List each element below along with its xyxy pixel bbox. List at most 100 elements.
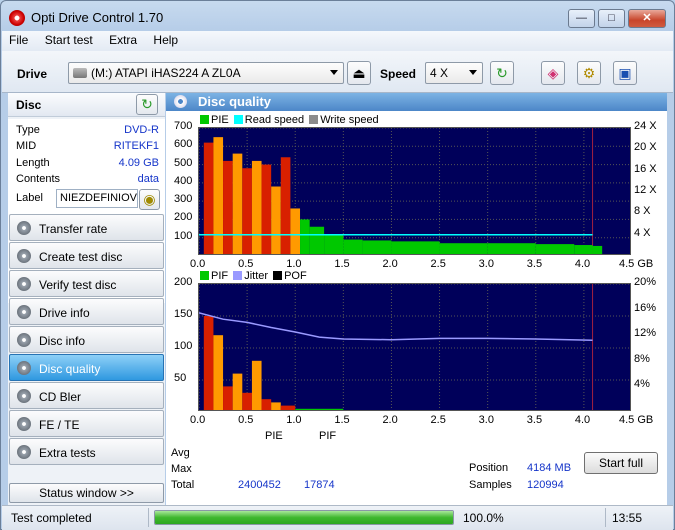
- menu-help[interactable]: Help: [146, 31, 184, 47]
- nav-verify-test-disc[interactable]: Verify test disc: [9, 270, 164, 297]
- floppy-disk-icon: ▣: [618, 65, 632, 81]
- x-tick: 4.0: [574, 258, 591, 270]
- y-left-tick: 700: [174, 120, 193, 132]
- bar-pie: [242, 168, 252, 254]
- settings-button[interactable]: ⚙: [577, 61, 601, 85]
- pof-swatch: [273, 271, 283, 280]
- start-full-button[interactable]: Start full: [584, 452, 658, 474]
- disc-icon: [17, 445, 31, 459]
- total-pif-value: 17874: [304, 479, 335, 491]
- disc-type-row: Type DVD-R: [16, 124, 159, 140]
- avg-label: Avg: [171, 447, 190, 459]
- speed-label: Speed: [380, 67, 417, 81]
- panel-title: Disc quality: [198, 94, 271, 109]
- disc-mid-key: MID: [16, 140, 37, 152]
- y-right-tick: 24 X: [634, 120, 657, 132]
- max-label: Max: [171, 463, 192, 475]
- bar-pie: [362, 240, 392, 254]
- y-left-tick: 200: [174, 211, 193, 224]
- y-left-tick: 100: [174, 229, 193, 242]
- bar-pie: [592, 245, 603, 254]
- position-label: Position: [469, 462, 509, 474]
- disc-section-title: Disc: [16, 98, 42, 112]
- disc-section-header: Disc ↻: [8, 93, 165, 117]
- bar-pie: [324, 234, 344, 254]
- status-message: Test completed: [11, 511, 92, 525]
- y-left-tick: 300: [174, 193, 193, 206]
- disc-quality-icon: [174, 95, 187, 108]
- disc-icon: [17, 417, 31, 431]
- bar-pie: [300, 219, 310, 254]
- menu-start-test[interactable]: Start test: [38, 31, 99, 47]
- left-panel: Disc ↻ Type DVD-R MID RITEKF1 Length 4.0…: [8, 93, 165, 505]
- speed-value: 4 X: [430, 66, 449, 80]
- bar-pif: [343, 410, 391, 411]
- x-tick: 3.5: [526, 258, 543, 270]
- eraser-icon: ◈: [547, 65, 559, 81]
- y-right-tick: 4 X: [634, 226, 651, 239]
- nav-label: Transfer rate: [39, 222, 108, 236]
- y-left-tick: 150: [174, 308, 193, 320]
- nav-disc-quality[interactable]: Disc quality: [9, 354, 164, 381]
- drive-select[interactable]: (M:) ATAPI iHAS224 A ZL0A: [68, 62, 344, 84]
- speed-select[interactable]: 4 X: [425, 62, 483, 84]
- maximize-button[interactable]: □: [598, 9, 625, 28]
- y-left-tick: 600: [174, 138, 193, 151]
- status-separator: [605, 508, 606, 527]
- disc-contents-row: Contents data: [16, 173, 159, 189]
- bar-pie: [261, 164, 272, 254]
- minimize-button[interactable]: —: [568, 9, 595, 28]
- legend-read-speed: Read speed: [244, 114, 305, 126]
- chart2-legend: PIF Jitter POF: [198, 270, 307, 282]
- disc-length-value: 4.09 GB: [118, 157, 159, 169]
- x-tick: 4.5 GB: [619, 414, 654, 426]
- close-button[interactable]: ✕: [628, 9, 666, 28]
- menu-extra[interactable]: Extra: [102, 31, 143, 47]
- window-title: Opti Drive Control 1.70: [31, 10, 164, 25]
- legend-pie: PIE: [211, 114, 229, 126]
- bar-pif: [271, 402, 281, 410]
- app-window: Opti Drive Control 1.70 — □ ✕ File Start…: [0, 0, 675, 530]
- nav-create-test-disc[interactable]: Create test disc: [9, 242, 164, 269]
- y-right-tick: 16%: [634, 301, 657, 314]
- app-logo-icon: [9, 10, 25, 26]
- menu-file[interactable]: File: [2, 31, 34, 47]
- nav-label: Disc quality: [39, 362, 101, 376]
- nav-disc-info[interactable]: Disc info: [9, 326, 164, 353]
- pif-swatch: [200, 271, 209, 280]
- erase-button[interactable]: ◈: [541, 61, 565, 85]
- bar-pie: [487, 243, 536, 254]
- y-right-tick: 16 X: [634, 162, 657, 175]
- bar-pif: [261, 399, 272, 410]
- disc-icon: [17, 249, 31, 263]
- x-tick: 1.0: [286, 258, 302, 270]
- refresh-speed-button[interactable]: ↻: [490, 61, 514, 85]
- save-button[interactable]: ▣: [613, 61, 637, 85]
- nav-extra-tests[interactable]: Extra tests: [9, 438, 164, 465]
- bar-pif: [223, 386, 233, 410]
- nav-transfer-rate[interactable]: Transfer rate: [9, 214, 164, 241]
- y-right-tick: 20%: [634, 276, 657, 288]
- drive-value: (M:) ATAPI iHAS224 A ZL0A: [91, 66, 241, 80]
- bar-pif: [213, 335, 224, 410]
- drive-label: Drive: [17, 67, 48, 81]
- y-left-tick: 100: [174, 340, 193, 352]
- eject-button[interactable]: ⏏: [347, 61, 371, 85]
- nav-cd-bler[interactable]: CD Bler: [9, 382, 164, 409]
- bar-pie: [309, 226, 325, 254]
- refresh-disc-button[interactable]: ↻: [136, 94, 158, 115]
- disc-icon: [17, 305, 31, 319]
- status-window-button[interactable]: Status window >>: [9, 483, 164, 503]
- y-left-tick: 400: [174, 174, 193, 187]
- bar-pif: [232, 373, 243, 410]
- gears-icon: ⚙: [582, 65, 596, 81]
- nav-fe-te[interactable]: FE / TE: [9, 410, 164, 437]
- legend-jitter: Jitter: [244, 270, 269, 282]
- nav-drive-info[interactable]: Drive info: [9, 298, 164, 325]
- disc-length-key: Length: [16, 157, 50, 169]
- x-tick: 0.0: [190, 258, 206, 270]
- read-speed-swatch: [233, 115, 243, 124]
- panel-header: Disc quality: [166, 93, 667, 111]
- disc-label-field[interactable]: NIEZDEFINIOV: [56, 189, 138, 208]
- disc-label-button[interactable]: ◉: [139, 189, 160, 210]
